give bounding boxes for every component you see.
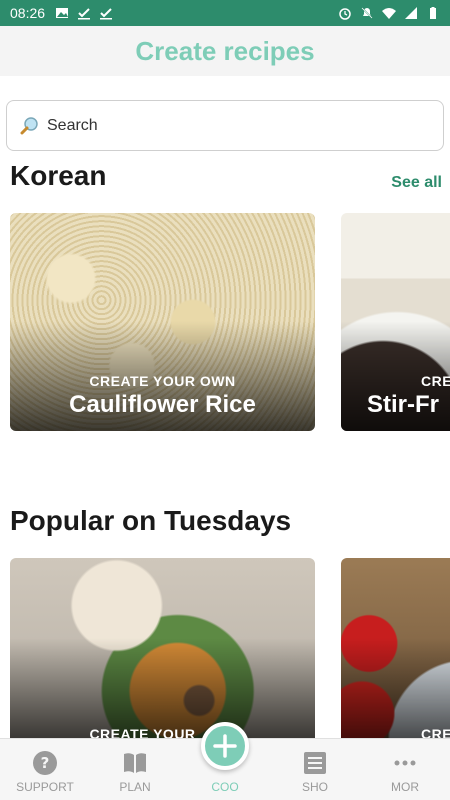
search-input[interactable]	[47, 116, 407, 135]
app-header: Create recipes	[0, 26, 450, 76]
screen: 08:26 Create recipes Korean See all CREA…	[0, 0, 450, 800]
alarm-icon	[339, 8, 351, 20]
status-right-icons	[338, 6, 440, 20]
svg-text:?: ?	[41, 754, 50, 772]
status-bar: 08:26	[0, 0, 450, 26]
card-title: Stir-Fr	[367, 391, 439, 418]
nav-label: SHO	[301, 780, 328, 794]
status-time: 08:26	[10, 5, 46, 21]
battery-icon	[430, 7, 436, 19]
mute-icon	[361, 7, 373, 19]
recipe-card-stir-fry[interactable]: CRE Stir-Fr	[341, 213, 450, 431]
search-icon	[20, 116, 38, 134]
search-bar[interactable]	[6, 100, 444, 151]
card-title: Cauliflower Rice	[69, 391, 256, 418]
nav-item-more[interactable]: MOR	[360, 739, 450, 800]
nav-item-plan[interactable]: PLAN	[90, 739, 180, 800]
card-kicker: CREATE YOUR OWN	[89, 373, 236, 389]
see-all-link[interactable]: See all	[391, 174, 442, 192]
section-title-popular-tuesdays: Popular on Tuesdays	[10, 505, 292, 536]
book-icon	[122, 750, 148, 776]
check-icon	[100, 8, 113, 20]
nav-label: PLAN	[119, 780, 151, 794]
image-icon	[56, 8, 69, 18]
check-icon	[78, 8, 91, 20]
recipe-card-salad[interactable]: CREATE YOUR	[10, 558, 315, 748]
nav-label: SUPPORT	[16, 780, 74, 794]
recipe-card-cauliflower-rice[interactable]: CREATE YOUR OWN Cauliflower Rice	[10, 213, 315, 431]
more-icon	[392, 750, 418, 776]
add-recipe-button[interactable]	[201, 722, 249, 770]
nav-item-shop[interactable]: SHO	[270, 739, 360, 800]
signal-icon	[405, 7, 417, 19]
list-icon	[302, 750, 328, 776]
nav-label: MOR	[391, 780, 419, 794]
help-icon: ?	[32, 750, 58, 776]
plus-icon	[213, 734, 237, 758]
section-title-korean: Korean	[10, 160, 107, 191]
wifi-icon	[382, 8, 396, 19]
nav-item-support[interactable]: ? SUPPORT	[0, 739, 90, 800]
nav-label: COO	[211, 780, 239, 794]
card-kicker: CRE	[421, 373, 450, 389]
page-title: Create recipes	[135, 35, 315, 66]
recipe-card-tomato[interactable]: CRE	[341, 558, 450, 748]
status-left-icons	[55, 6, 113, 20]
